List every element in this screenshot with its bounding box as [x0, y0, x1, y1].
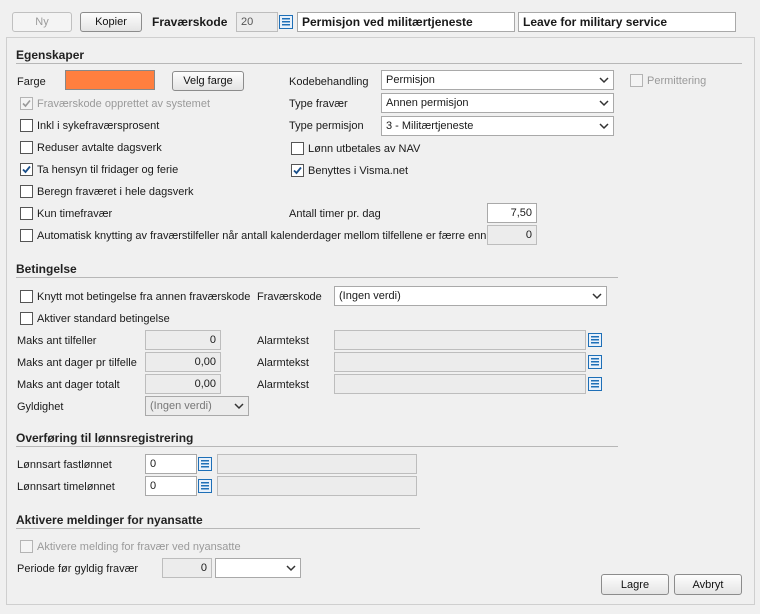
- absence-type-label: Type fravær: [289, 98, 348, 110]
- section-condition-title: Betingelse: [16, 262, 77, 276]
- absence-code-label: Fraværskode: [152, 15, 228, 29]
- reduce-workday-label: Reduser avtalte dagsverk: [37, 142, 162, 154]
- nav-pays-checkbox[interactable]: [291, 142, 304, 155]
- used-in-visma-label: Benyttes i Visma.net: [308, 165, 409, 177]
- alarm-text-label-3: Alarmtekst: [257, 379, 309, 391]
- absence-type-select[interactable]: Annen permisjon: [381, 93, 614, 113]
- max-days-per-case-field[interactable]: 0,00: [145, 352, 221, 372]
- color-swatch: [65, 70, 155, 90]
- alarm-text-field-2[interactable]: [334, 352, 586, 372]
- chevron-down-icon: [234, 403, 244, 410]
- max-days-total-label: Maks ant dager totalt: [17, 379, 120, 391]
- consider-holidays-checkbox[interactable]: [20, 163, 33, 176]
- leave-type-label: Type permisjon: [289, 120, 364, 132]
- alarm-text-label-2: Alarmtekst: [257, 357, 309, 369]
- validity-select[interactable]: (Ingen verdi): [145, 396, 249, 416]
- code-handling-label: Kodebehandling: [289, 76, 369, 88]
- validity-label: Gyldighet: [17, 401, 64, 413]
- hourly-salary-list-icon[interactable]: [197, 478, 213, 494]
- activate-message-label: Aktivere melding for fravær ved nyansatt…: [37, 541, 241, 553]
- section-new-hires-title: Aktivere meldinger for nyansatte: [16, 513, 203, 527]
- auto-link-label: Automatisk knytting av fraværstilfeller …: [37, 230, 487, 242]
- save-button[interactable]: Lagre: [601, 574, 669, 595]
- reduce-workday-checkbox[interactable]: [20, 141, 33, 154]
- fixed-salary-list-icon[interactable]: [197, 456, 213, 472]
- hours-per-day-label: Antall timer pr. dag: [289, 208, 381, 220]
- new-button[interactable]: Ny: [12, 12, 72, 32]
- chevron-down-icon: [599, 77, 609, 84]
- validity-value: (Ingen verdi): [150, 400, 212, 412]
- code-list-icon[interactable]: [278, 14, 294, 30]
- fixed-salary-description: [217, 454, 417, 474]
- include-sick-checkbox[interactable]: [20, 119, 33, 132]
- chevron-down-icon: [592, 293, 602, 300]
- calc-whole-day-label: Beregn fraværet i hele dagsverk: [37, 186, 194, 198]
- chevron-down-icon: [599, 100, 609, 107]
- period-label: Periode før gyldig fravær: [17, 563, 139, 575]
- activate-standard-label: Aktiver standard betingelse: [37, 313, 170, 325]
- period-unit-select[interactable]: [215, 558, 301, 578]
- fixed-salary-label: Lønnsart fastlønnet: [17, 459, 112, 471]
- alarm-text-field-1[interactable]: [334, 330, 586, 350]
- alarm-list-icon[interactable]: [587, 354, 603, 370]
- section-properties-title: Egenskaper: [16, 48, 85, 62]
- consider-holidays-label: Ta hensyn til fridager og ferie: [37, 164, 179, 176]
- alarm-text-label-1: Alarmtekst: [257, 335, 309, 347]
- leave-type-value: 3 - Militærtjeneste: [386, 120, 474, 132]
- created-by-system-checkbox[interactable]: [20, 97, 33, 110]
- fixed-salary-field[interactable]: 0: [145, 454, 197, 474]
- hourly-salary-field[interactable]: 0: [145, 476, 197, 496]
- period-field[interactable]: 0: [162, 558, 212, 578]
- auto-link-days-field[interactable]: 0: [487, 225, 537, 245]
- auto-link-checkbox[interactable]: [20, 229, 33, 242]
- code-handling-select[interactable]: Permisjon: [381, 70, 614, 90]
- code-name-english-field[interactable]: Leave for military service: [518, 12, 736, 32]
- hourly-only-checkbox[interactable]: [20, 207, 33, 220]
- created-by-system-label: Fraværskode opprettet av systemet: [37, 98, 211, 110]
- hours-per-day-field[interactable]: 7,50: [487, 203, 537, 223]
- hourly-only-label: Kun timefravær: [37, 208, 113, 220]
- code-handling-value: Permisjon: [386, 74, 435, 86]
- code-name-norwegian-field[interactable]: Permisjon ved militærtjeneste: [297, 12, 515, 32]
- absence-type-value: Annen permisjon: [386, 97, 469, 109]
- hourly-salary-label: Lønnsart timelønnet: [17, 481, 115, 493]
- include-sick-label: Inkl i sykefraværsprosent: [37, 120, 160, 132]
- copy-button[interactable]: Kopier: [80, 12, 142, 32]
- new-hires-divider: [16, 528, 420, 529]
- condition-code-select[interactable]: (Ingen verdi): [334, 286, 607, 306]
- max-days-total-field[interactable]: 0,00: [145, 374, 221, 394]
- layoff-checkbox[interactable]: [630, 74, 643, 87]
- max-cases-label: Maks ant tilfeller: [17, 335, 97, 347]
- alarm-text-field-3[interactable]: [334, 374, 586, 394]
- chevron-down-icon: [286, 565, 296, 572]
- condition-code-value: (Ingen verdi): [339, 290, 401, 302]
- cancel-button[interactable]: Avbryt: [674, 574, 742, 595]
- leave-type-select[interactable]: 3 - Militærtjeneste: [381, 116, 614, 136]
- color-label: Farge: [17, 76, 46, 88]
- condition-divider: [16, 277, 618, 278]
- link-condition-checkbox[interactable]: [20, 290, 33, 303]
- activate-message-checkbox[interactable]: [20, 540, 33, 553]
- payroll-divider: [16, 446, 618, 447]
- choose-color-button[interactable]: Velg farge: [172, 71, 244, 91]
- link-condition-label: Knytt mot betingelse fra annen fraværsko…: [37, 291, 251, 303]
- chevron-down-icon: [599, 123, 609, 130]
- max-cases-field[interactable]: 0: [145, 330, 221, 350]
- condition-code-label: Fraværskode: [257, 291, 322, 303]
- nav-pays-label: Lønn utbetales av NAV: [308, 143, 421, 155]
- used-in-visma-checkbox[interactable]: [291, 164, 304, 177]
- max-days-per-case-label: Maks ant dager pr tilfelle: [17, 357, 137, 369]
- absence-code-field[interactable]: 20: [236, 12, 278, 32]
- alarm-list-icon[interactable]: [587, 376, 603, 392]
- properties-divider: [16, 63, 742, 64]
- activate-standard-checkbox[interactable]: [20, 312, 33, 325]
- hourly-salary-description: [217, 476, 417, 496]
- alarm-list-icon[interactable]: [587, 332, 603, 348]
- layoff-label: Permittering: [647, 75, 707, 87]
- section-payroll-title: Overføring til lønnsregistrering: [16, 431, 194, 445]
- calc-whole-day-checkbox[interactable]: [20, 185, 33, 198]
